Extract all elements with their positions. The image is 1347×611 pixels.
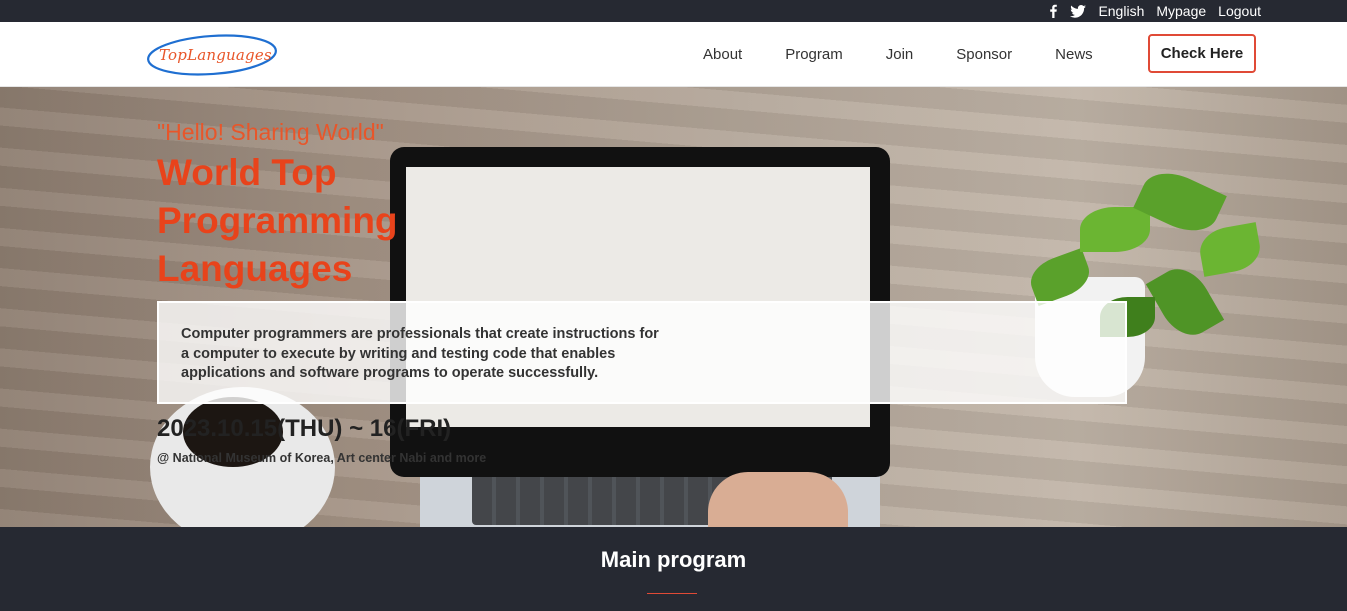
section-title: Main program xyxy=(600,547,747,572)
utility-links: English Mypage Logout xyxy=(1048,0,1261,22)
description-line: Computer programmers are professionals t… xyxy=(181,326,659,342)
nav-join[interactable]: Join xyxy=(886,46,914,63)
title-underline xyxy=(647,593,697,594)
headline-line: Languages xyxy=(157,248,353,289)
site-header: TopLanguages About Program Join Sponsor … xyxy=(0,22,1347,87)
nav-program[interactable]: Program xyxy=(785,46,843,63)
twitter-icon[interactable] xyxy=(1070,0,1087,22)
hero-subtitle: "Hello! Sharing World" xyxy=(157,119,384,145)
main-nav: About Program Join Sponsor News xyxy=(703,22,1093,87)
description-line: applications and software programs to op… xyxy=(181,365,599,381)
hero-headline: World Top Programming Languages xyxy=(157,149,457,293)
logout-link[interactable]: Logout xyxy=(1218,3,1261,19)
hero-banner: "Hello! Sharing World" World Top Program… xyxy=(0,87,1347,527)
site-logo[interactable]: TopLanguages xyxy=(146,34,280,78)
top-utility-bar: English Mypage Logout xyxy=(0,0,1347,22)
hero-content: "Hello! Sharing World" World Top Program… xyxy=(0,87,1347,527)
logo-text: TopLanguages xyxy=(159,46,272,64)
hero-description: Computer programmers are professionals t… xyxy=(181,325,691,384)
headline-line: World Top xyxy=(157,152,337,193)
mypage-link[interactable]: Mypage xyxy=(1156,3,1206,19)
facebook-icon[interactable] xyxy=(1048,0,1058,22)
event-date: 2023.10.15(THU) ~ 16(FRI) xyxy=(157,415,452,442)
nav-sponsor[interactable]: Sponsor xyxy=(956,46,1012,63)
language-link[interactable]: English xyxy=(1098,3,1144,19)
main-program-section: Main program xyxy=(0,527,1347,611)
check-here-button[interactable]: Check Here xyxy=(1148,34,1256,73)
description-box: Computer programmers are professionals t… xyxy=(157,301,1127,404)
event-venue: @ National Museum of Korea, Art center N… xyxy=(157,451,487,465)
headline-line: Programming xyxy=(157,200,398,241)
nav-news[interactable]: News xyxy=(1055,46,1093,63)
description-line: a computer to execute by writing and tes… xyxy=(181,345,616,362)
nav-about[interactable]: About xyxy=(703,46,742,63)
